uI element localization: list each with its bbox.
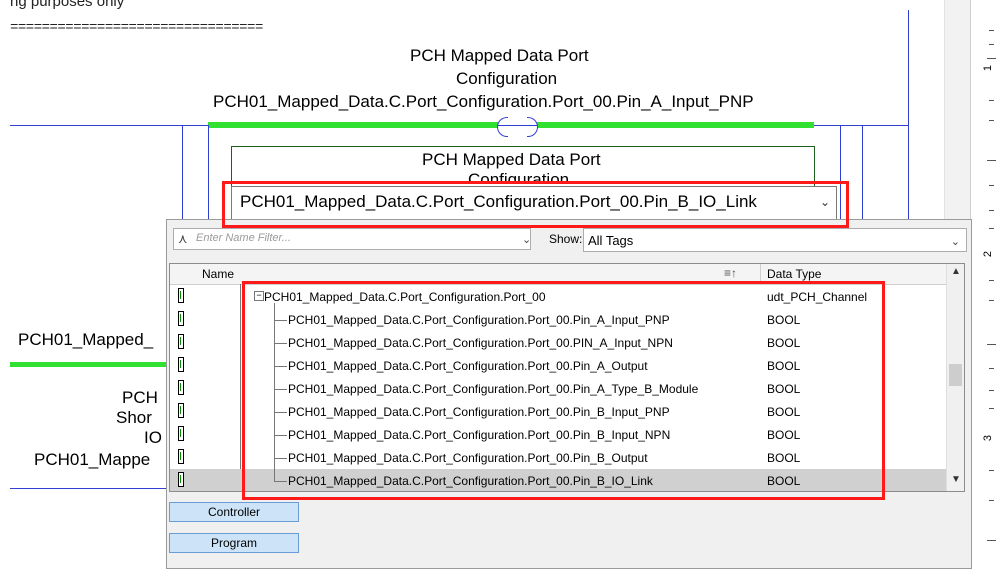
right-rail	[908, 125, 909, 225]
tag-icon	[178, 334, 184, 349]
contact-right-bracket	[527, 117, 538, 137]
lower-label-3: IO	[144, 428, 162, 447]
chevron-down-icon[interactable]: ⌄	[951, 235, 960, 248]
highlight-box-list	[242, 281, 885, 500]
column-header-data-type[interactable]: Data Type	[767, 267, 821, 281]
branch-line-left-2	[208, 125, 209, 225]
contact-left-bracket	[497, 117, 508, 137]
chevron-down-icon[interactable]: ⌄	[522, 233, 531, 246]
tag-icon	[178, 288, 184, 303]
energized-wire-right	[537, 122, 814, 128]
highlight-box-tag	[222, 181, 849, 228]
tag-icon	[178, 449, 184, 464]
scroll-up-icon[interactable]: ▲	[951, 266, 961, 277]
energized-wire-lower	[10, 362, 166, 367]
energized-wire-left	[208, 122, 498, 128]
tag-icon	[178, 426, 184, 441]
tag-icon	[178, 311, 184, 326]
name-filter-input[interactable]: ⋏ Enter Name Filter... ⌄	[173, 228, 531, 250]
rung-comment-rule: ================================	[10, 20, 263, 36]
tag-icon	[178, 357, 184, 372]
editing-instruction-title-1: PCH Mapped Data Port	[422, 150, 601, 169]
rung-wire-lower	[10, 488, 166, 489]
lower-label-2: Shor	[116, 408, 152, 427]
show-scope-select[interactable]: All Tags ⌄	[583, 228, 967, 252]
lower-label-1: PCH	[122, 388, 158, 407]
scroll-down-icon[interactable]: ▼	[951, 474, 961, 485]
branch-line-right-2	[862, 125, 863, 225]
ruler-number-1: 1	[982, 64, 995, 72]
program-button[interactable]: Program	[169, 533, 299, 553]
top-instruction-tag[interactable]: PCH01_Mapped_Data.C.Port_Configuration.P…	[213, 92, 754, 112]
ruler-number-2: 2	[982, 250, 995, 258]
top-instruction-title-2: Configuration	[456, 69, 558, 88]
ruler-number-3: 3	[982, 434, 995, 442]
rung-comment: ng purposes only	[10, 0, 125, 10]
controller-button[interactable]: Controller	[169, 502, 299, 522]
column-sort-icon[interactable]: ≡↑	[724, 266, 737, 280]
scroll-thumb[interactable]	[949, 364, 962, 386]
top-instruction-title-1: PCH Mapped Data Port	[410, 46, 589, 65]
column-header-name[interactable]: Name	[202, 267, 234, 281]
lower-label-4: PCH01_Mappe	[34, 450, 151, 469]
tag-icon	[178, 380, 184, 395]
tag-icon	[178, 472, 184, 487]
tag-list-scrollbar[interactable]: ▲ ▼	[946, 264, 964, 491]
rung-ruler: 1 2 3	[970, 0, 1008, 567]
show-scope-value[interactable]: All Tags	[588, 233, 633, 248]
right-rail-upper	[908, 10, 909, 125]
lower-rung-tag: PCH01_Mapped_	[18, 330, 154, 349]
tag-icon	[178, 403, 184, 418]
filter-icon[interactable]: ⋏	[178, 231, 188, 247]
show-label: Show:	[549, 232, 583, 246]
branch-line-left	[182, 125, 183, 225]
name-filter-placeholder: Enter Name Filter...	[196, 232, 291, 244]
